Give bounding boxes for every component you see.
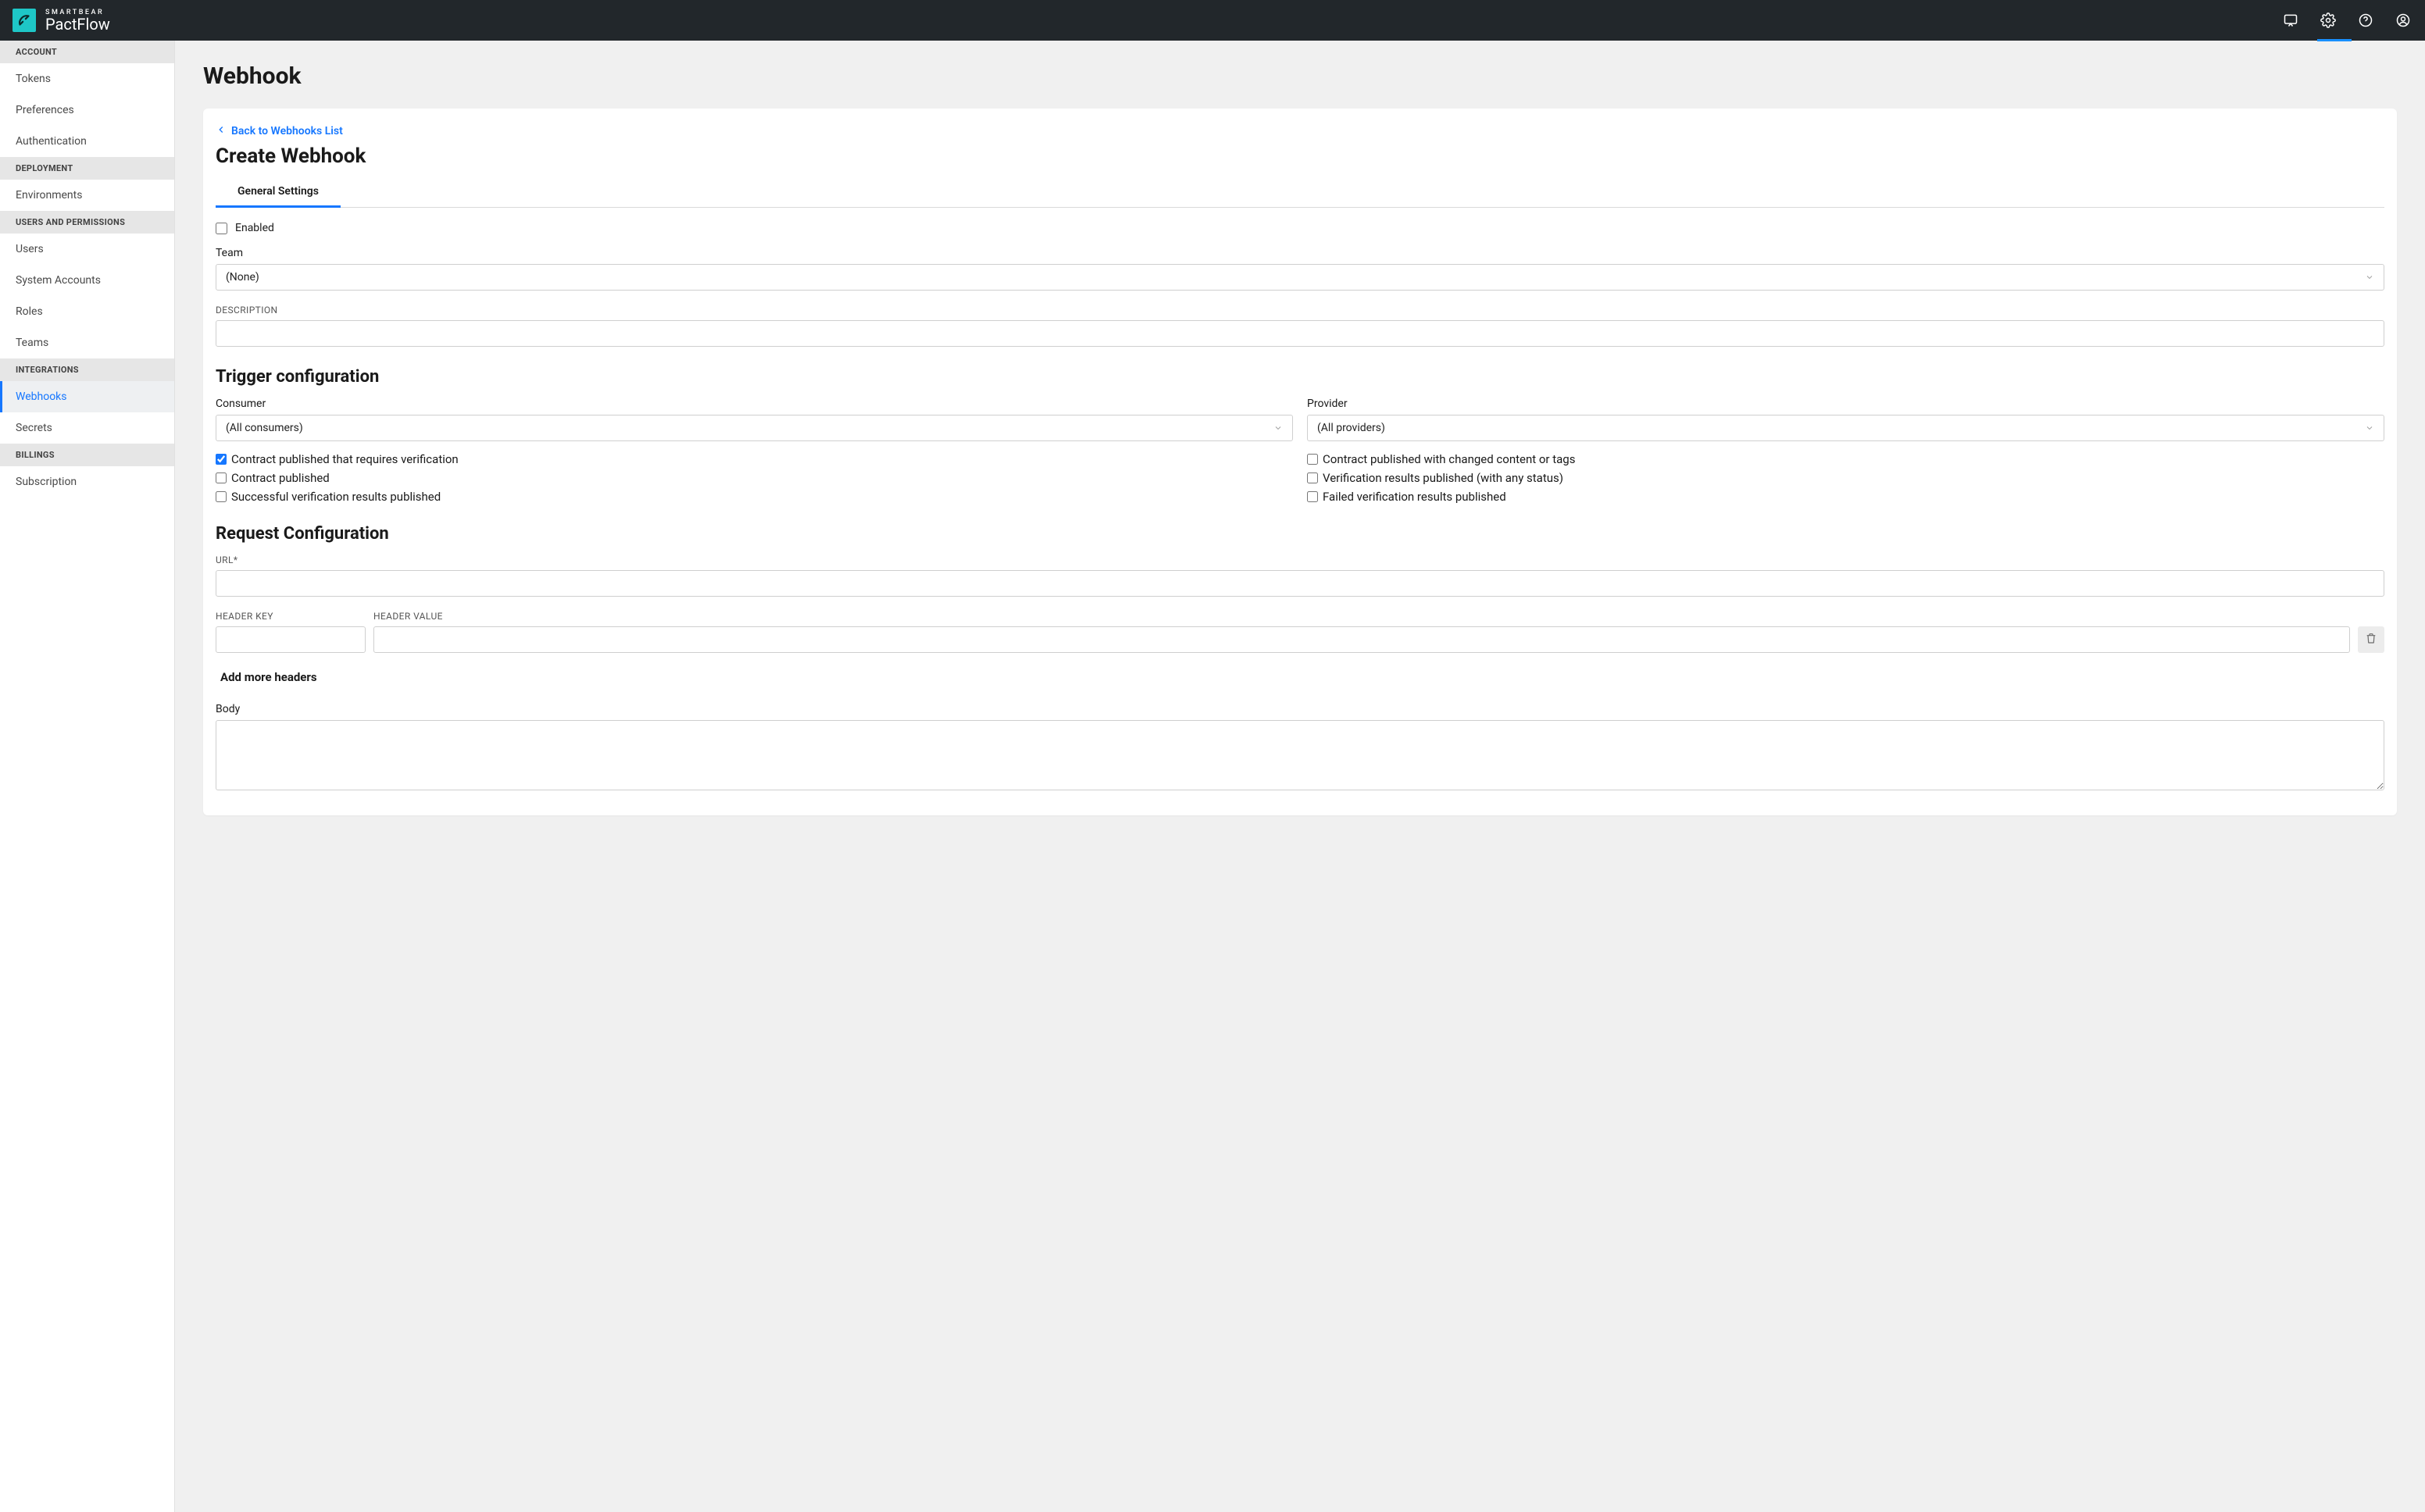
- brand-text: SMARTBEAR PactFlow: [45, 9, 110, 32]
- main: Webhook Back to Webhooks List Create Web…: [175, 41, 2425, 1512]
- consumer-select[interactable]: (All consumers): [216, 415, 1293, 441]
- provider-label: Provider: [1307, 398, 2384, 410]
- enabled-label: Enabled: [235, 222, 274, 234]
- feedback-icon[interactable]: [2281, 11, 2300, 30]
- event-label: Verification results published (with any…: [1323, 471, 1563, 485]
- event-label: Contract published with changed content …: [1323, 452, 1575, 466]
- sidebar-item-preferences[interactable]: Preferences: [0, 94, 174, 126]
- back-link[interactable]: Back to Webhooks List: [216, 124, 343, 138]
- help-icon[interactable]: [2356, 11, 2375, 30]
- header-key-input[interactable]: [216, 626, 366, 653]
- brand: SMARTBEAR PactFlow: [12, 9, 110, 32]
- sidebar: ACCOUNT Tokens Preferences Authenticatio…: [0, 41, 175, 1512]
- request-heading: Request Configuration: [216, 524, 2384, 544]
- back-link-label: Back to Webhooks List: [231, 125, 343, 137]
- topbar-actions: [2281, 11, 2412, 30]
- chevron-down-icon: [1273, 423, 1283, 433]
- event-verification-results-checkbox[interactable]: [1307, 472, 1318, 483]
- events: Contract published that requires verific…: [216, 452, 2384, 504]
- trash-icon: [2365, 632, 2377, 647]
- tabs: General Settings: [216, 177, 2384, 208]
- tab-general-settings[interactable]: General Settings: [216, 177, 341, 208]
- header-value-input[interactable]: [373, 626, 2350, 653]
- enabled-checkbox[interactable]: [216, 223, 227, 234]
- event-label: Failed verification results published: [1323, 490, 1506, 504]
- event-contract-published-checkbox[interactable]: [216, 472, 227, 483]
- sidebar-item-subscription[interactable]: Subscription: [0, 466, 174, 497]
- arrow-left-icon: [216, 124, 227, 138]
- sidebar-header-billings: BILLINGS: [0, 444, 174, 466]
- body-textarea[interactable]: [216, 720, 2384, 790]
- event-contract-requires-verification-checkbox[interactable]: [216, 454, 227, 465]
- add-more-headers-button[interactable]: Add more headers: [220, 670, 2384, 684]
- team-label: Team: [216, 247, 2384, 259]
- profile-icon[interactable]: [2394, 11, 2412, 30]
- shell: ACCOUNT Tokens Preferences Authenticatio…: [0, 41, 2425, 1512]
- card: Back to Webhooks List Create Webhook Gen…: [203, 109, 2397, 815]
- description-label: DESCRIPTION: [216, 305, 2384, 316]
- sidebar-header-deployment: DEPLOYMENT: [0, 157, 174, 180]
- team-select[interactable]: (None): [216, 264, 2384, 291]
- brand-logo-icon: [12, 9, 36, 32]
- provider-select[interactable]: (All providers): [1307, 415, 2384, 441]
- sidebar-item-authentication[interactable]: Authentication: [0, 126, 174, 157]
- event-contract-changed-checkbox[interactable]: [1307, 454, 1318, 465]
- sidebar-header-integrations: INTEGRATIONS: [0, 358, 174, 381]
- chevron-down-icon: [2365, 273, 2374, 282]
- sidebar-item-secrets[interactable]: Secrets: [0, 412, 174, 444]
- form: Enabled Team (None) DESCRIPTION Trigger …: [216, 222, 2384, 790]
- event-failed-verification-checkbox[interactable]: [1307, 491, 1318, 502]
- sidebar-header-users: USERS AND PERMISSIONS: [0, 211, 174, 234]
- team-select-value: (None): [226, 271, 259, 284]
- sidebar-header-account: ACCOUNT: [0, 41, 174, 63]
- header-key-label: HEADER KEY: [216, 611, 366, 622]
- body-label: Body: [216, 703, 2384, 715]
- brand-main-label: PactFlow: [45, 16, 110, 32]
- sidebar-item-roles[interactable]: Roles: [0, 296, 174, 327]
- header-value-label: HEADER VALUE: [373, 611, 2350, 622]
- sidebar-item-teams[interactable]: Teams: [0, 327, 174, 358]
- consumer-select-value: (All consumers): [226, 422, 303, 434]
- chevron-down-icon: [2365, 423, 2374, 433]
- card-title: Create Webhook: [216, 144, 2384, 168]
- sidebar-item-tokens[interactable]: Tokens: [0, 63, 174, 94]
- event-label: Contract published that requires verific…: [231, 452, 459, 466]
- page-title: Webhook: [203, 62, 2397, 90]
- sidebar-item-webhooks[interactable]: Webhooks: [0, 381, 174, 412]
- delete-header-button[interactable]: [2358, 626, 2384, 653]
- topbar: SMARTBEAR PactFlow: [0, 0, 2425, 41]
- sidebar-item-users[interactable]: Users: [0, 234, 174, 265]
- description-input[interactable]: [216, 320, 2384, 347]
- event-success-verification-checkbox[interactable]: [216, 491, 227, 502]
- provider-select-value: (All providers): [1317, 422, 1385, 434]
- sidebar-item-system-accounts[interactable]: System Accounts: [0, 265, 174, 296]
- consumer-label: Consumer: [216, 398, 1293, 410]
- settings-icon[interactable]: [2319, 11, 2338, 30]
- event-label: Contract published: [231, 471, 330, 485]
- trigger-heading: Trigger configuration: [216, 367, 2384, 387]
- url-label: URL*: [216, 555, 2384, 565]
- url-input[interactable]: [216, 570, 2384, 597]
- event-label: Successful verification results publishe…: [231, 490, 441, 504]
- sidebar-item-environments[interactable]: Environments: [0, 180, 174, 211]
